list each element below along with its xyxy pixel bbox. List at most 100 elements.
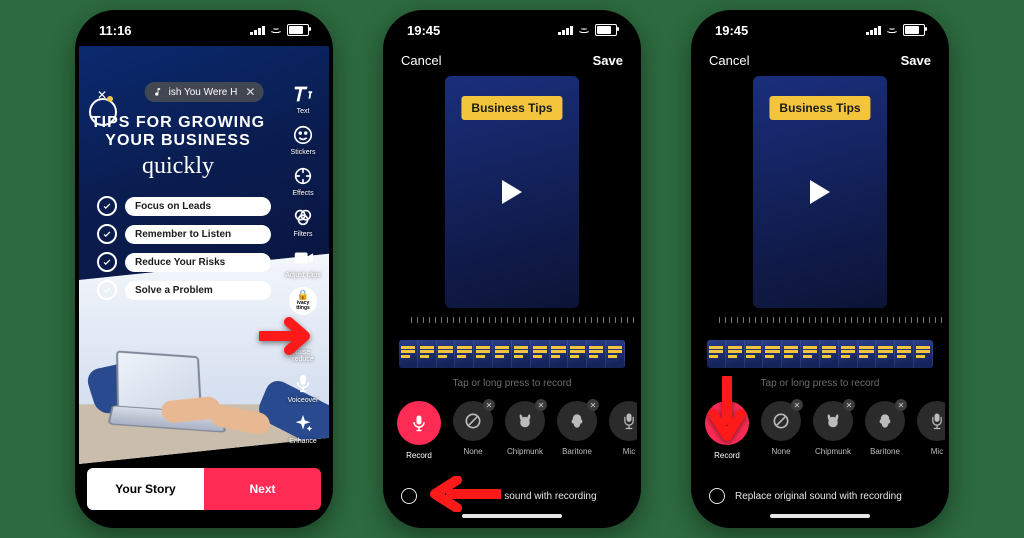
battery-icon (903, 24, 925, 36)
voice-baritone[interactable]: ✕ Baritone (557, 401, 597, 456)
voice-none[interactable]: ✕ None (761, 401, 801, 456)
opt-label: Chipmunk (507, 447, 543, 456)
cancel-button[interactable]: Cancel (401, 53, 441, 68)
tool-privacy[interactable]: 🔒 ivacy ttings (281, 287, 325, 315)
tool-filters[interactable]: Filters (281, 205, 325, 238)
voice-baritone[interactable]: ✕ Baritone (865, 401, 905, 456)
battery-icon (287, 24, 309, 36)
tool-label: Adjust clips (285, 272, 320, 279)
play-icon[interactable] (502, 180, 522, 204)
mic-icon (409, 413, 429, 433)
adjust-clips-icon (291, 246, 315, 270)
baritone-icon (567, 411, 587, 431)
tip-label: Remember to Listen (125, 225, 271, 244)
next-button[interactable]: Next (204, 468, 321, 510)
opt-label: Chipmunk (815, 447, 851, 456)
voiceover-body: Cancel Save Business Tips (387, 46, 637, 524)
side-button (75, 214, 76, 259)
replace-sound-toggle[interactable]: Replace original sound with recording (709, 488, 931, 504)
radio-icon (401, 488, 417, 504)
status-bar: 11:16 (79, 14, 329, 46)
timeline[interactable] (707, 340, 933, 368)
record-button[interactable]: Record (397, 401, 441, 460)
home-indicator (462, 514, 562, 518)
tool-text[interactable]: Text (281, 82, 325, 115)
check-icon (97, 224, 117, 244)
tool-adjust-clips[interactable]: Adjust clips (281, 246, 325, 279)
tip-label: Solve a Problem (125, 281, 271, 300)
close-icon[interactable]: ✕ (245, 86, 255, 98)
status-time: 19:45 (715, 23, 748, 38)
side-button (383, 114, 384, 142)
tool-enhance[interactable]: Enhance (281, 412, 325, 445)
phone-2: 19:45 Cancel Save Business Tips (383, 10, 641, 528)
signal-icon (250, 25, 265, 35)
wifi-icon (885, 25, 899, 35)
studio-mic-icon (619, 411, 639, 431)
title-script: quickly (79, 153, 277, 180)
status-right (250, 24, 309, 36)
tool-label: Voiceover (288, 397, 319, 404)
sparkle-icon (291, 412, 315, 436)
tool-voiceover[interactable]: Voiceover (281, 371, 325, 404)
bottom-bar: Your Story Next (87, 468, 321, 510)
voiceover-header: Cancel Save (387, 46, 637, 74)
opt-label: Baritone (562, 447, 592, 456)
timeline[interactable] (399, 340, 625, 368)
mic-icon (291, 371, 315, 395)
your-story-button[interactable]: Your Story (87, 468, 204, 510)
opt-label: None (463, 447, 482, 456)
check-icon (97, 196, 117, 216)
side-button (75, 114, 76, 142)
editor-canvas[interactable]: ✕ ish You Were H ✕ TIPS FOR GROWING YOUR… (79, 46, 329, 464)
home-indicator (770, 514, 870, 518)
privacy-label-bottom: ttings (296, 306, 310, 311)
tool-effects[interactable]: Effects (281, 164, 325, 197)
video-preview[interactable]: Business Tips (445, 76, 579, 308)
preview-chip: Business Tips (461, 96, 562, 120)
opt-label: Mic (931, 447, 943, 456)
save-button[interactable]: Save (901, 53, 931, 68)
screen-voiceover: 19:45 Cancel Save Business Tips (387, 14, 637, 524)
preview-wrap: Business Tips (387, 76, 637, 308)
status-time: 19:45 (407, 23, 440, 38)
stage: 11:16 (0, 0, 1024, 538)
tip-label: Reduce Your Risks (125, 253, 271, 272)
cancel-button[interactable]: Cancel (709, 53, 749, 68)
chipmunk-icon (823, 411, 843, 431)
preview-chip: Business Tips (769, 96, 870, 120)
side-button (691, 114, 692, 142)
tip-row: Solve a Problem (97, 280, 271, 300)
text-icon (291, 82, 315, 106)
side-button (948, 164, 949, 234)
signal-icon (558, 25, 573, 35)
title-line: YOUR BUSINESS (79, 132, 277, 150)
editor-body: ✕ ish You Were H ✕ TIPS FOR GROWING YOUR… (79, 46, 329, 524)
record-hint: Tap or long press to record (387, 378, 637, 389)
title-line: TIPS FOR GROWING (79, 114, 277, 132)
tool-stickers[interactable]: Stickers (281, 123, 325, 156)
voice-none[interactable]: ✕ None (453, 401, 493, 456)
signal-icon (866, 25, 881, 35)
slide-title: TIPS FOR GROWING YOUR BUSINESS quickly (79, 114, 277, 180)
voice-chipmunk[interactable]: ✕ Chipmunk (813, 401, 853, 456)
next-label: Next (249, 482, 275, 496)
tips-list: Focus on Leads Remember to Listen Reduce… (97, 196, 271, 300)
wifi-icon (577, 25, 591, 35)
video-preview[interactable]: Business Tips (753, 76, 887, 308)
voice-mic[interactable]: ✕ Mic (917, 401, 949, 456)
wifi-icon (269, 25, 283, 35)
preview-wrap: Business Tips (695, 76, 945, 308)
status-bar: 19:45 (387, 14, 637, 46)
none-icon (463, 411, 483, 431)
voice-chipmunk[interactable]: ✕ Chipmunk (505, 401, 545, 456)
phone-3: 19:45 Cancel Save Business Tips (691, 10, 949, 528)
voice-mic[interactable]: ✕ Mic (609, 401, 641, 456)
sound-chip[interactable]: ish You Were H ✕ (145, 82, 264, 102)
play-icon[interactable] (810, 180, 830, 204)
annotation-arrow-left (421, 476, 501, 512)
tool-label: Effects (292, 190, 313, 197)
annotation-arrow-down (707, 376, 747, 446)
effects-icon (291, 164, 315, 188)
save-button[interactable]: Save (593, 53, 623, 68)
